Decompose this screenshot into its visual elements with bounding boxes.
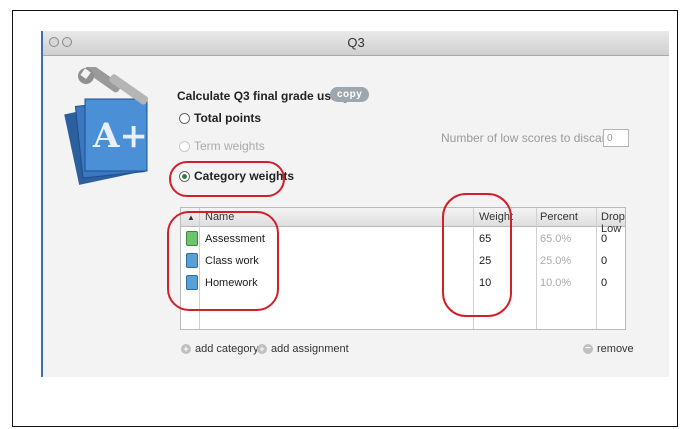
plus-icon: + — [257, 344, 267, 354]
term-weights-option: Term weights — [179, 139, 265, 153]
svg-text:A+: A+ — [92, 116, 148, 156]
add-category-button[interactable]: + add category — [181, 343, 259, 355]
discard-low-scores-label: Number of low scores to discard: — [441, 131, 616, 145]
discard-low-scores-input[interactable]: 0 — [603, 129, 629, 147]
screenshot-frame: Q3 A+ Calculate Q3 final grade using: co… — [12, 10, 678, 427]
total-points-option[interactable]: Total points — [179, 111, 261, 125]
category-drop-low[interactable]: 0 — [601, 233, 607, 245]
gradebook-app-icon: A+ — [63, 63, 153, 192]
window-title: Q3 — [347, 35, 365, 50]
total-points-radio[interactable] — [179, 112, 190, 124]
weight-column-highlight — [442, 193, 512, 317]
window-titlebar: Q3 — [43, 31, 669, 56]
add-category-label: add category — [195, 343, 259, 355]
minus-icon: − — [583, 344, 593, 354]
category-weights-highlight — [169, 161, 285, 197]
term-weights-label: Term weights — [194, 139, 265, 153]
add-assignment-button[interactable]: + add assignment — [257, 343, 349, 355]
category-percent: 65.0% — [540, 233, 572, 245]
category-percent: 10.0% — [540, 277, 572, 289]
category-names-highlight — [167, 211, 279, 311]
plus-icon: + — [181, 344, 191, 354]
category-drop-low[interactable]: 0 — [601, 255, 607, 267]
column-header-percent[interactable]: Percent — [540, 211, 578, 223]
total-points-label: Total points — [194, 111, 262, 125]
term-weights-radio — [179, 140, 190, 152]
add-assignment-label: add assignment — [271, 343, 349, 355]
copy-button[interactable]: copy — [330, 87, 370, 102]
remove-label: remove — [597, 343, 634, 355]
category-percent: 25.0% — [540, 255, 572, 267]
grade-settings-window: Q3 A+ Calculate Q3 final grade using: co… — [41, 31, 669, 377]
calculation-method-heading: Calculate Q3 final grade using: — [177, 89, 354, 103]
remove-button[interactable]: − remove — [583, 343, 634, 355]
category-drop-low[interactable]: 0 — [601, 277, 607, 289]
